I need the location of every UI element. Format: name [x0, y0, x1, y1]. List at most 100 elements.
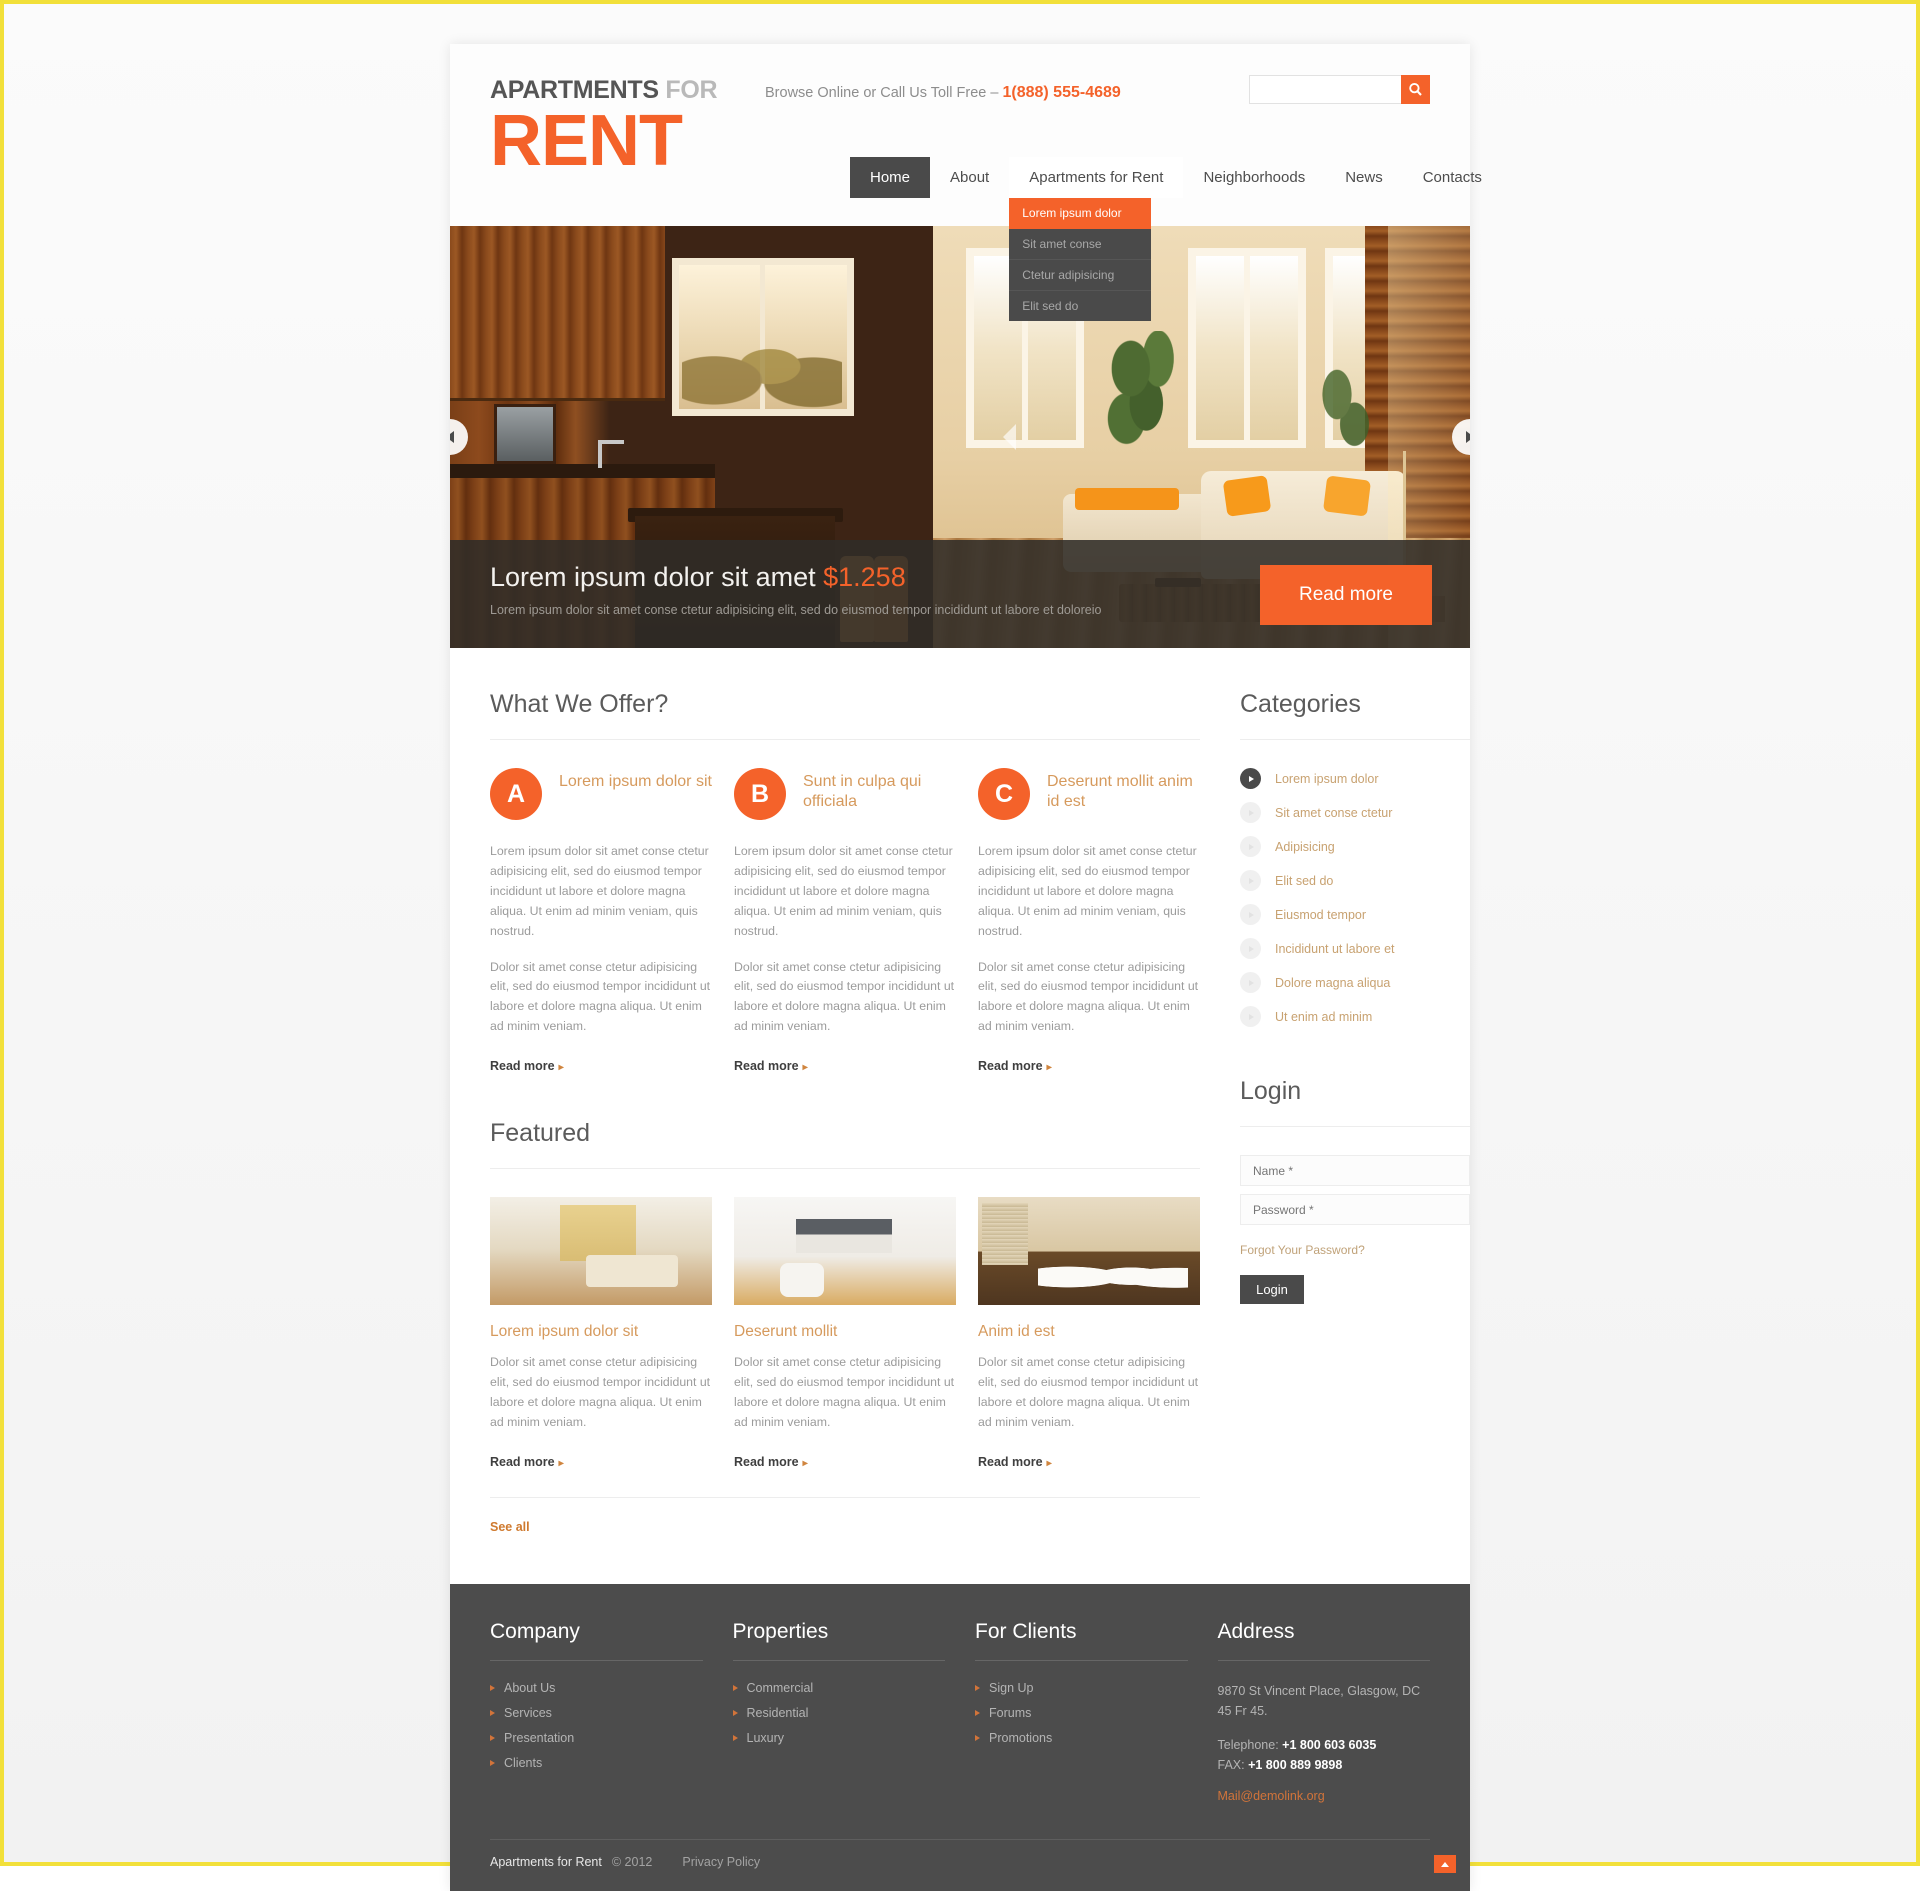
kitchen-oven	[494, 404, 556, 464]
footer-link[interactable]: Services	[504, 1706, 552, 1720]
featured-thumbnail[interactable]	[490, 1197, 712, 1306]
offer-title: Lorem ipsum dolor sit	[559, 773, 712, 790]
logo-top-line: APARTMENTS FOR	[490, 78, 718, 103]
caret-right-icon	[490, 1709, 495, 1716]
footer-link[interactable]: Commercial	[747, 1681, 814, 1695]
footer-link-row[interactable]: Luxury	[732, 1731, 946, 1745]
footer-link-row[interactable]: Services	[490, 1706, 703, 1720]
login-name-input[interactable]	[1240, 1155, 1470, 1186]
caret-right-icon	[490, 1684, 495, 1691]
featured-read-more-link[interactable]: Read more ▸	[734, 1455, 808, 1469]
footer-link-row[interactable]: Forums	[975, 1706, 1188, 1720]
category-item[interactable]: Sit amet conse ctetur	[1240, 802, 1470, 823]
footer-link[interactable]: Sign Up	[989, 1681, 1033, 1695]
featured-thumbnail[interactable]	[978, 1197, 1200, 1306]
featured-card-title[interactable]: Lorem ipsum dolor sit	[490, 1323, 712, 1341]
category-label: Ut enim ad minim	[1275, 1009, 1373, 1024]
nav-label: Contacts	[1422, 169, 1482, 186]
search-input[interactable]	[1249, 75, 1401, 104]
nav-item-apartments-for-rent[interactable]: Apartments for Rent Lorem ipsum dolor Si…	[1009, 157, 1184, 321]
search-button[interactable]	[1401, 75, 1430, 104]
login-button[interactable]: Login	[1240, 1275, 1304, 1304]
bullet-arrow-icon	[1240, 938, 1261, 959]
footer-columns: Company About Us Services Presentation C…	[490, 1620, 1430, 1805]
footer-link[interactable]: Luxury	[747, 1731, 785, 1745]
footer-link-row[interactable]: Commercial	[732, 1681, 946, 1695]
dropdown-item-sit-amet-conse[interactable]: Sit amet conse	[1009, 229, 1152, 260]
copyright-bar: Apartments for Rent © 2012 Privacy Polic…	[490, 1839, 1430, 1891]
footer-link-row[interactable]: Clients	[490, 1756, 703, 1770]
caret-right-icon	[732, 1709, 738, 1716]
slide-read-more-button[interactable]: Read more	[1260, 565, 1432, 625]
offer-read-more-link[interactable]: Read more ▸	[734, 1059, 808, 1073]
offers-row: A Lorem ipsum dolor sit Lorem ipsum dolo…	[490, 768, 1200, 1075]
footer-link[interactable]: About Us	[504, 1681, 555, 1695]
footer-link-row[interactable]: Sign Up	[975, 1681, 1188, 1695]
footer-link-row[interactable]: About Us	[490, 1681, 703, 1695]
what-we-offer-title: What We Offer?	[490, 690, 1200, 740]
featured-card-3: Anim id est Dolor sit amet conse ctetur …	[978, 1197, 1200, 1471]
slide-caption-subtitle: Lorem ipsum dolor sit amet conse ctetur …	[490, 603, 1102, 617]
dropdown-item-lorem-ipsum-dolor[interactable]: Lorem ipsum dolor	[1009, 198, 1152, 229]
nav-item-neighborhoods[interactable]: Neighborhoods	[1183, 157, 1325, 198]
site-logo[interactable]: APARTMENTS FOR RENT	[490, 78, 718, 181]
slide-divider-chevron-icon[interactable]	[1003, 424, 1016, 450]
category-label: Lorem ipsum dolor	[1275, 771, 1379, 786]
featured-card-title[interactable]: Anim id est	[978, 1323, 1200, 1341]
telephone-value: +1 800 603 6035	[1282, 1737, 1377, 1752]
category-item[interactable]: Adipisicing	[1240, 836, 1470, 857]
nav-item-home[interactable]: Home	[850, 157, 931, 198]
forgot-password-link[interactable]: Forgot Your Password?	[1240, 1243, 1365, 1257]
footer-link[interactable]: Presentation	[504, 1731, 574, 1745]
footer-link[interactable]: Residential	[747, 1706, 809, 1720]
featured-read-more-link[interactable]: Read more ▸	[978, 1455, 1052, 1469]
footer-column-title: For Clients	[975, 1620, 1188, 1661]
login-password-input[interactable]	[1240, 1194, 1470, 1225]
nav-item-about[interactable]: About	[930, 157, 1009, 198]
phone-number[interactable]: 1(888) 555-4689	[1002, 84, 1120, 101]
nav-item-contacts[interactable]: Contacts	[1403, 157, 1502, 198]
footer-link-row[interactable]: Promotions	[975, 1731, 1188, 1745]
category-item[interactable]: Ut enim ad minim	[1240, 1006, 1470, 1027]
footer-link-row[interactable]: Presentation	[490, 1731, 703, 1745]
offer-title: Deserunt mollit anim id est	[1047, 773, 1193, 811]
read-more-label: Read more	[490, 1454, 555, 1469]
footer-link[interactable]: Promotions	[989, 1731, 1052, 1745]
featured-read-more-link[interactable]: Read more ▸	[490, 1455, 564, 1469]
featured-thumbnail[interactable]	[734, 1197, 956, 1306]
offer-read-more-link[interactable]: Read more ▸	[978, 1059, 1052, 1073]
category-item[interactable]: Lorem ipsum dolor	[1240, 768, 1470, 789]
footer-link[interactable]: Forums	[989, 1706, 1031, 1720]
footer-link[interactable]: Clients	[504, 1756, 542, 1770]
categories-list: Lorem ipsum dolor Sit amet conse ctetur …	[1240, 768, 1470, 1027]
category-item[interactable]: Elit sed do	[1240, 870, 1470, 891]
dropdown-label: Ctetur adipisicing	[1022, 268, 1115, 282]
category-item[interactable]: Eiusmod tempor	[1240, 904, 1470, 925]
nav-item-news[interactable]: News	[1325, 157, 1403, 198]
category-item[interactable]: Incididunt ut labore et	[1240, 938, 1470, 959]
website-container: APARTMENTS FOR RENT Browse Online or Cal…	[450, 44, 1482, 1891]
footer-link-row[interactable]: Residential	[732, 1706, 946, 1720]
offer-paragraph-1: Lorem ipsum dolor sit amet conse ctetur …	[490, 844, 709, 938]
telephone-label: Telephone:	[1217, 1737, 1283, 1752]
caret-right-icon	[975, 1709, 980, 1716]
privacy-policy-link[interactable]: Privacy Policy	[682, 1855, 760, 1869]
living-window	[1188, 248, 1306, 448]
featured-card-title[interactable]: Deserunt mollit	[734, 1323, 956, 1341]
featured-section: Featured Lorem ipsum dolor sit Dolor sit…	[490, 1119, 1200, 1536]
toll-free-label: Browse Online or Call Us Toll Free –	[765, 85, 1003, 101]
scroll-to-top-button[interactable]	[1434, 1855, 1456, 1874]
dropdown-item-elit-sed-do[interactable]: Elit sed do	[1009, 291, 1151, 321]
caret-right-icon	[490, 1759, 495, 1766]
category-item[interactable]: Dolore magna aliqua	[1240, 972, 1470, 993]
offer-read-more-link[interactable]: Read more ▸	[490, 1059, 564, 1073]
kitchen-countertop	[450, 464, 715, 478]
logo-rent-text: RENT	[490, 101, 683, 181]
see-all-link[interactable]: See all	[490, 1496, 1200, 1534]
dropdown-item-ctetur-adipisicing[interactable]: Ctetur adipisicing	[1009, 260, 1152, 291]
offer-card-a: A Lorem ipsum dolor sit Lorem ipsum dolo…	[490, 768, 712, 1075]
footer-email-link[interactable]: Mail@demolink.org	[1218, 1789, 1325, 1803]
bullet-arrow-icon	[1240, 870, 1261, 891]
footer-column-for-clients: For Clients Sign Up Forums Promotions	[975, 1620, 1188, 1805]
caret-right-icon: ▸	[802, 1062, 808, 1074]
